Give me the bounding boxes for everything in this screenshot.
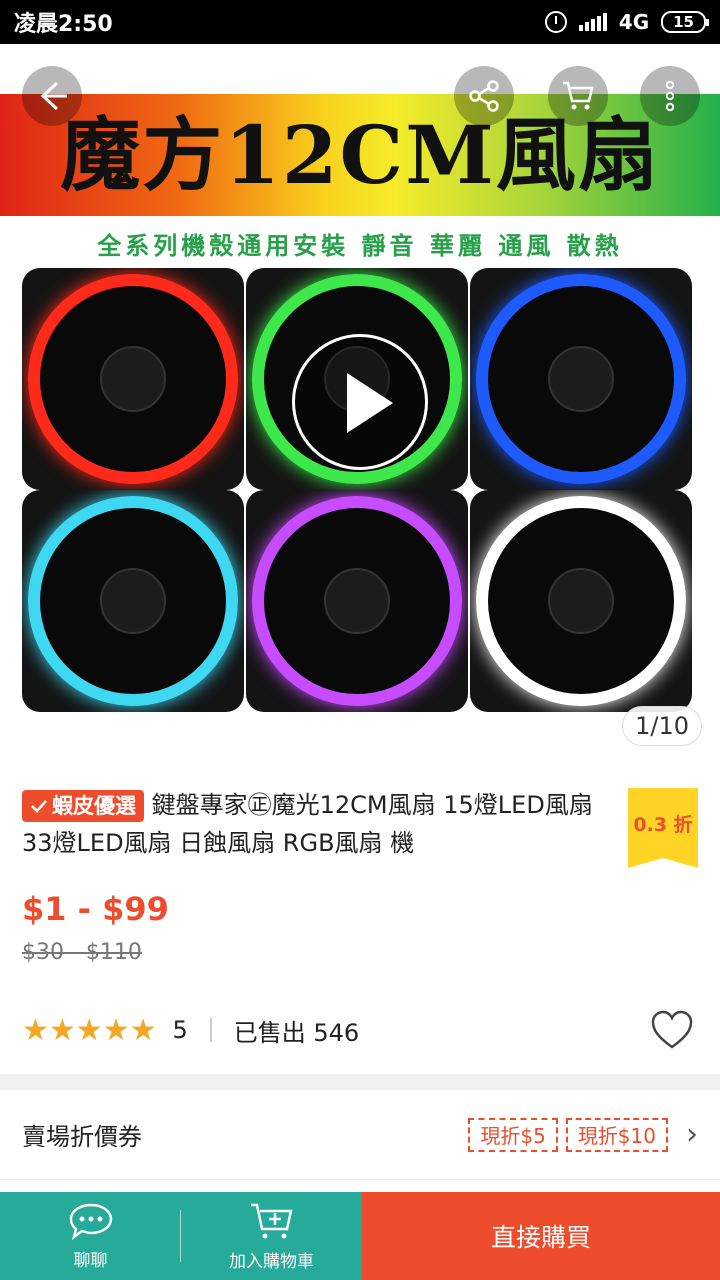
chat-button[interactable]: 聊聊 <box>0 1192 181 1280</box>
fan-image <box>22 268 244 490</box>
product-title-block: 蝦皮優選 鍵盤專家㊣魔光12CM風扇 15燈LED風扇 33燈LED風扇 日蝕風… <box>22 786 602 862</box>
favorite-heart-icon[interactable] <box>650 1010 694 1050</box>
cart-icon <box>563 81 594 110</box>
product-image-carousel[interactable]: 魔方12CM風扇 全系列機殼通用安裝 靜音 華麗 通風 散熱 1/10 <box>0 44 720 756</box>
fan-hub <box>324 568 390 634</box>
banner-title: 魔方12CM風扇 <box>60 108 660 202</box>
bottom-action-bar: 聊聊 加入購物車 直接購買 <box>0 1192 720 1280</box>
battery-icon: 15 <box>661 11 709 33</box>
badge-label: 蝦皮優選 <box>52 794 136 818</box>
image-pager: 1/10 <box>622 706 702 746</box>
fan-hub <box>548 346 614 412</box>
share-button[interactable] <box>454 66 514 126</box>
check-icon <box>31 800 47 813</box>
divider <box>209 1018 212 1042</box>
back-button[interactable] <box>22 66 82 126</box>
cart-button[interactable] <box>548 66 608 126</box>
star-rating-icon: ★★★★★ <box>22 1012 157 1048</box>
fan-hub <box>548 568 614 634</box>
buy-now-button[interactable]: 直接購買 <box>362 1192 720 1280</box>
coupon-5[interactable]: 現折$5 <box>468 1117 558 1152</box>
fan-image <box>470 268 692 490</box>
rating-row: ★★★★★ 5 已售出 546 <box>22 1012 359 1048</box>
fan-hub <box>100 346 166 412</box>
status-icons: 4G 15 <box>544 10 709 34</box>
play-video-button[interactable] <box>292 334 428 470</box>
banner-tagline: 全系列機殼通用安裝 靜音 華麗 通風 散熱 <box>97 231 623 260</box>
more-vertical-icon <box>665 80 675 112</box>
add-cart-icon <box>250 1203 293 1238</box>
product-info: 蝦皮優選 鍵盤專家㊣魔光12CM風扇 15燈LED風扇 33燈LED風扇 日蝕風… <box>0 756 720 1074</box>
section-gap <box>0 1074 720 1090</box>
status-bar: 凌晨2:50 4G 15 <box>0 0 720 44</box>
fan-image <box>470 490 692 712</box>
fan-image <box>22 490 244 712</box>
original-price: $30 - $110 <box>22 940 142 965</box>
shop-coupon-row[interactable]: 賣場折價券 現折$5 現折$10 › <box>0 1090 720 1180</box>
add-to-cart-button[interactable]: 加入購物車 <box>181 1192 362 1280</box>
network-type: 4G <box>618 10 650 34</box>
fan-image <box>246 490 468 712</box>
sold-count: 已售出 546 <box>233 1018 360 1047</box>
discount-tag: 0.3 折 <box>628 788 698 868</box>
fan-hub <box>100 568 166 634</box>
coupon-label: 賣場折價券 <box>22 1123 142 1151</box>
alarm-icon <box>544 11 567 33</box>
add-to-cart-label: 加入購物車 <box>229 1251 314 1272</box>
share-icon <box>469 80 499 112</box>
more-button[interactable] <box>640 66 700 126</box>
price: $1 - $99 <box>22 890 169 928</box>
coupon-list: 現折$5 現折$10 <box>468 1117 668 1152</box>
preferred-badge: 蝦皮優選 <box>22 790 144 822</box>
chat-label: 聊聊 <box>73 1250 108 1271</box>
chat-icon <box>69 1203 112 1240</box>
divider <box>180 1210 181 1262</box>
back-arrow-icon <box>40 81 67 111</box>
banner-gradient: 魔方12CM風扇 <box>0 94 720 216</box>
status-time: 凌晨2:50 <box>14 12 113 37</box>
chevron-right-icon: › <box>686 1117 698 1152</box>
rating-value: 5 <box>172 1016 188 1044</box>
signal-icon <box>578 13 607 31</box>
coupon-10[interactable]: 現折$10 <box>565 1117 668 1152</box>
bottom-left-actions: 聊聊 加入購物車 <box>0 1192 362 1280</box>
